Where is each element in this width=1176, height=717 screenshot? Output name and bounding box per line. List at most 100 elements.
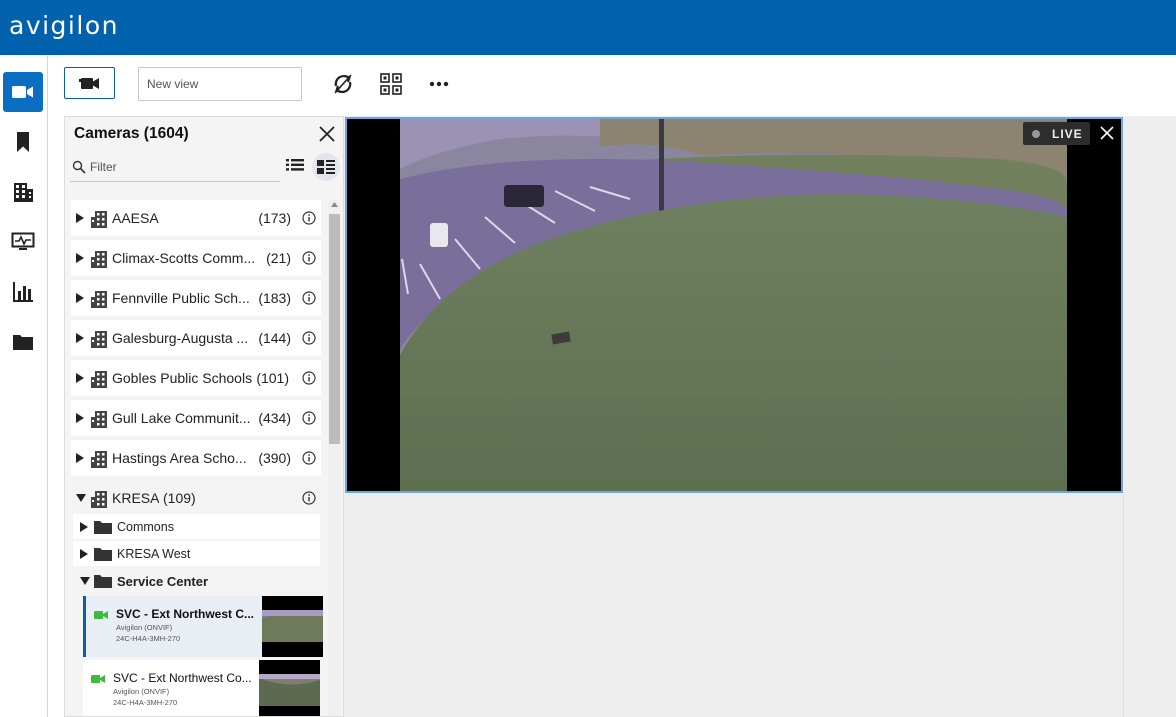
building-icon	[91, 491, 107, 508]
rail-files-button[interactable]	[3, 322, 43, 362]
chevron-right-icon[interactable]	[76, 293, 84, 303]
search-icon	[72, 160, 86, 174]
more-icon	[429, 81, 449, 87]
live-video-feed[interactable]	[400, 119, 1067, 491]
site-name: Hastings Area Scho...	[112, 450, 247, 466]
site-row-aaesa[interactable]: AAESA (173)	[71, 200, 321, 236]
view-name-input[interactable]	[138, 67, 302, 101]
video-tile[interactable]: LIVE	[345, 117, 1123, 493]
camera-icon	[12, 86, 33, 98]
site-name: Galesburg-Augusta ...	[112, 330, 249, 346]
chevron-right-icon[interactable]	[76, 213, 84, 223]
folder-name: Commons	[117, 520, 174, 534]
folder-name: Service Center	[117, 574, 209, 589]
rail-cameras-button[interactable]	[3, 72, 43, 112]
live-badge: LIVE	[1023, 122, 1090, 145]
site-row-gobles[interactable]: Gobles Public Schools (101)	[71, 360, 321, 396]
nav-rail	[0, 55, 48, 717]
site-row-climax-scotts[interactable]: Climax-Scotts Comm... (21)	[71, 240, 321, 276]
tile-view-button[interactable]	[312, 153, 340, 181]
scrollbar-thumb[interactable]	[329, 214, 340, 444]
chevron-right-icon[interactable]	[76, 333, 84, 343]
building-icon	[91, 331, 107, 348]
folder-icon	[94, 521, 112, 534]
site-row-gull-lake[interactable]: Gull Lake Communit... (434)	[71, 400, 321, 436]
panel-title: Cameras (1604)	[74, 125, 189, 142]
chevron-right-icon[interactable]	[76, 373, 84, 383]
camera-name: SVC - Ext Northwest Co...	[113, 671, 252, 685]
close-icon[interactable]	[317, 124, 337, 144]
camera-vendor: Avigilon (ONVIF)	[116, 623, 173, 632]
chevron-right-icon[interactable]	[76, 253, 84, 263]
panel-scrollbar[interactable]	[328, 200, 341, 716]
site-row-kresa[interactable]: KRESA (109)	[71, 480, 321, 516]
folder-icon	[94, 575, 112, 588]
camera-item[interactable]: SVC - Ext Northwest Co... Avigilon (ONVI…	[83, 660, 320, 716]
rail-reports-button[interactable]	[3, 272, 43, 312]
building-icon	[91, 291, 107, 308]
add-camera-button[interactable]	[64, 67, 115, 99]
chevron-down-icon[interactable]	[80, 577, 90, 585]
folder-row-commons[interactable]: Commons	[73, 514, 320, 539]
folder-row-kresa-west[interactable]: KRESA West	[73, 541, 320, 566]
cameras-panel: Cameras (1604) AAESA (173) Climax-Scotts…	[64, 116, 344, 717]
layout-button[interactable]	[378, 71, 404, 97]
site-row-galesburg-augusta[interactable]: Galesburg-Augusta ... (144)	[71, 320, 321, 356]
info-icon[interactable]	[302, 251, 316, 265]
camera-item[interactable]: SVC - Ext Northwest C... Avigilon (ONVIF…	[83, 596, 323, 657]
camera-icon	[78, 78, 99, 89]
site-count: (101)	[256, 370, 289, 386]
video-camera-icon	[91, 675, 105, 683]
chart-icon	[13, 282, 33, 302]
building-icon	[91, 251, 107, 268]
site-count: (173)	[258, 210, 291, 226]
bookmark-icon	[17, 132, 29, 152]
folder-icon	[13, 335, 33, 350]
avigilon-logo: avigilon	[9, 11, 119, 40]
info-icon[interactable]	[302, 411, 316, 425]
site-row-hastings[interactable]: Hastings Area Scho... (390)	[71, 440, 321, 476]
filter-field	[70, 152, 280, 182]
folder-row-service-center[interactable]: Service Center	[73, 568, 320, 593]
chevron-right-icon[interactable]	[80, 549, 88, 559]
camera-thumbnail	[259, 660, 320, 716]
info-icon[interactable]	[302, 491, 316, 505]
camera-model: 24C-H4A-3MH-270	[113, 698, 178, 707]
chevron-down-icon[interactable]	[76, 494, 86, 502]
rail-monitor-button[interactable]	[3, 222, 43, 262]
scroll-up-icon[interactable]	[331, 202, 338, 207]
building-icon	[91, 371, 107, 388]
site-row-fennville[interactable]: Fennville Public Sch... (183)	[71, 280, 321, 316]
site-name: Fennville Public Sch...	[112, 290, 250, 306]
folder-icon	[94, 548, 112, 561]
chevron-right-icon[interactable]	[76, 453, 84, 463]
chevron-right-icon[interactable]	[80, 522, 88, 532]
building-icon	[14, 183, 33, 202]
site-name: Gull Lake Communit...	[112, 410, 251, 426]
info-icon[interactable]	[302, 451, 316, 465]
view-toolbar	[48, 55, 1176, 116]
list-icon	[286, 159, 304, 171]
site-count: (21)	[266, 250, 291, 266]
building-icon	[91, 211, 107, 228]
rail-bookmarks-button[interactable]	[3, 122, 43, 162]
info-icon[interactable]	[302, 331, 316, 345]
site-count: (144)	[258, 330, 291, 346]
info-icon[interactable]	[302, 291, 316, 305]
info-icon[interactable]	[302, 211, 316, 225]
tile-list-icon	[317, 160, 335, 174]
site-count: (183)	[258, 290, 291, 306]
more-button[interactable]	[426, 71, 452, 97]
chevron-right-icon[interactable]	[76, 413, 84, 423]
close-icon[interactable]	[1098, 124, 1116, 142]
site-name: Climax-Scotts Comm...	[112, 250, 256, 266]
filter-input[interactable]	[90, 157, 275, 177]
site-name: KRESA	[112, 490, 160, 506]
info-icon[interactable]	[302, 371, 316, 385]
rail-sites-button[interactable]	[3, 172, 43, 212]
site-count: (109)	[163, 490, 196, 506]
list-view-button[interactable]	[282, 153, 308, 179]
video-camera-icon	[94, 611, 108, 619]
sync-button[interactable]	[330, 71, 356, 97]
monitor-icon	[11, 232, 35, 250]
